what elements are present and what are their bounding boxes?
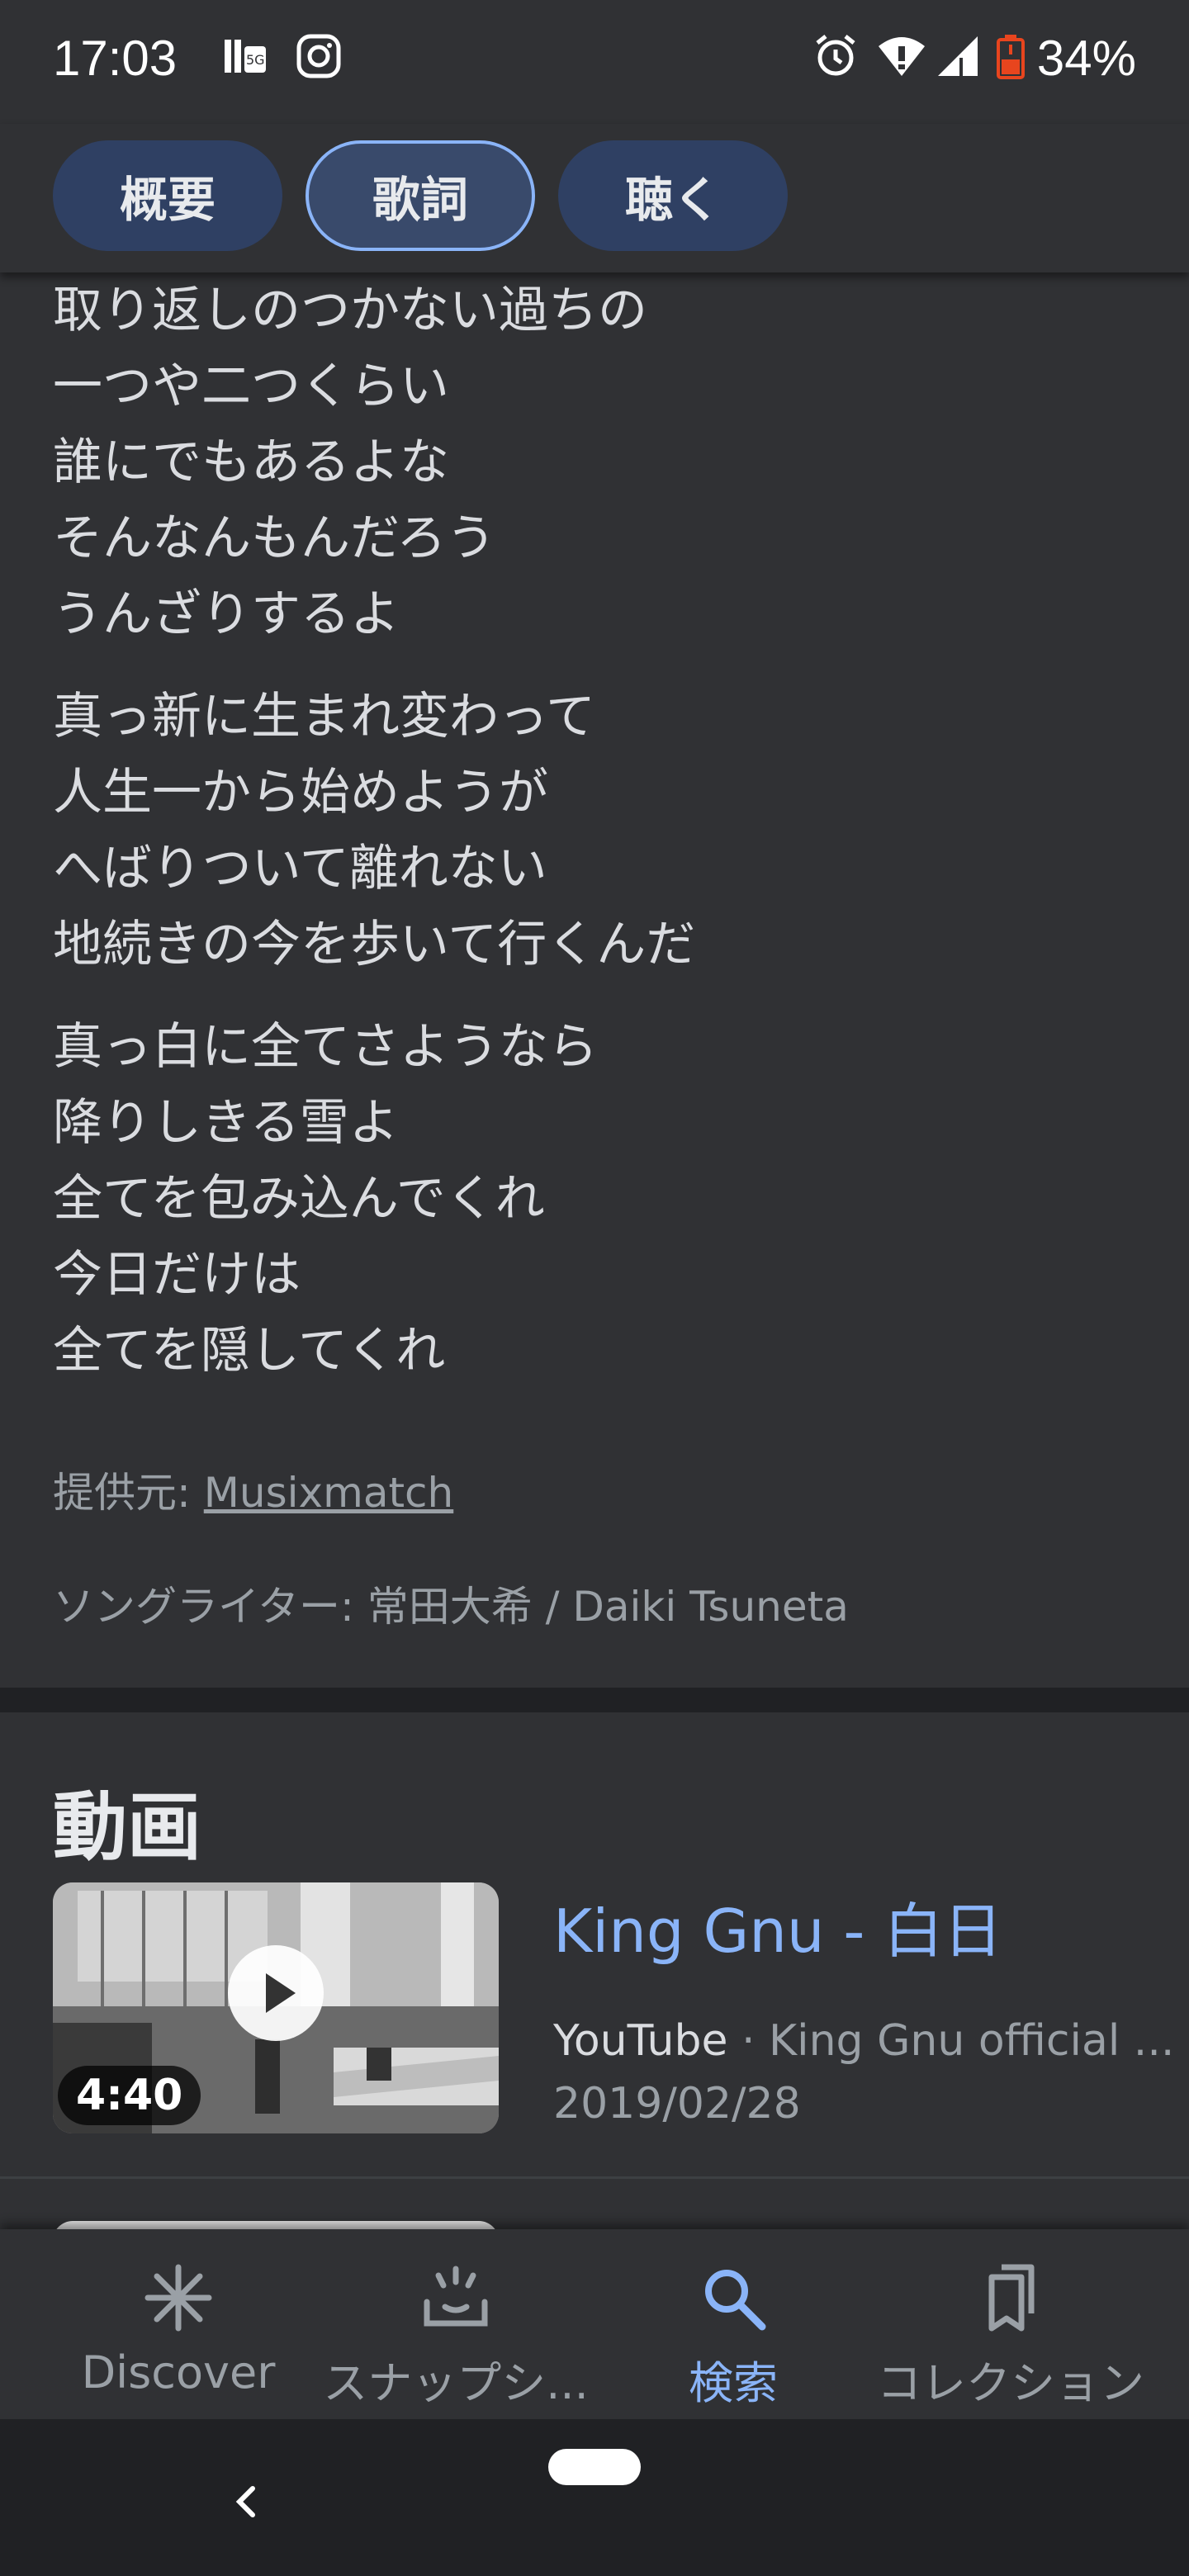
video-title[interactable]: King Gnu - 白日 [553, 1882, 1002, 1969]
bookmarks-icon [988, 2264, 1035, 2332]
tab-overview[interactable]: 概要 [53, 140, 282, 251]
lyric-line: 取り返しのつかない過ちの [53, 282, 647, 339]
play-icon[interactable] [228, 1945, 324, 2041]
lyric-line: へばりついて離れない [53, 840, 547, 897]
lyric-line: 真っ白に全てさようなら [53, 1018, 598, 1076]
meta-separator: · [727, 2016, 770, 2066]
status-time: 17:03 [53, 31, 178, 86]
lyric-line: 今日だけは [53, 1246, 301, 1304]
nav-label: Discover [81, 2346, 276, 2398]
snapshot-icon [424, 2266, 488, 2327]
section-divider [0, 1688, 1189, 1712]
alarm-icon [816, 35, 855, 76]
musixmatch-link[interactable]: Musixmatch [204, 1469, 454, 1517]
home-pill[interactable] [548, 2449, 641, 2485]
bottom-navigation: Discover スナップシ... 検索 コレクション [0, 2229, 1189, 2419]
lyrics-block: 取り返しのつかない過ちの 一つや二つくらい 誰にでもあるよな そんなんもんだろう… [53, 272, 1126, 1389]
lyric-line: 降りしきる雪よ [53, 1094, 399, 1152]
video-channel: King Gnu official ... [769, 2016, 1175, 2066]
video-thumbnail[interactable]: 4:40 [53, 1882, 499, 2133]
cell-signal-icon [938, 36, 978, 76]
nav-search[interactable]: 検索 [585, 2229, 882, 2419]
source-prefix: 提供元: [53, 1469, 204, 1517]
video-date: 2019/02/28 [553, 2079, 801, 2129]
battery-low-icon [997, 35, 1025, 79]
video-result[interactable]: 4:40 King Gnu - 白日 YouTube · King Gnu of… [53, 1882, 1174, 2133]
search-icon [705, 2270, 766, 2331]
nav-label: スナップシ... [323, 2357, 589, 2409]
lyric-line: うんざりするよ [53, 585, 400, 643]
lyrics-source: 提供元: Musixmatch [53, 1460, 453, 1519]
asterisk-icon [144, 2264, 212, 2332]
nav-discover[interactable]: Discover [30, 2229, 327, 2419]
back-chevron-icon[interactable] [230, 2485, 263, 2518]
nav-collections[interactable]: コレクション [862, 2229, 1159, 2419]
lyrics-stanza: 真っ白に全てさようなら 降りしきる雪よ 全てを包み込んでくれ 今日だけは 全てを… [53, 1009, 1126, 1389]
tab-listen[interactable]: 聴く [558, 140, 788, 251]
nav-label: コレクション [877, 2357, 1144, 2409]
lyrics-stanza: 取り返しのつかない過ちの 一つや二つくらい 誰にでもあるよな そんなんもんだろう… [53, 272, 1126, 652]
lyric-line: 全てを隠してくれ [53, 1322, 446, 1380]
tab-lyrics[interactable]: 歌詞 [306, 140, 535, 251]
wifi-icon [879, 37, 925, 76]
result-tabs: 概要 歌詞 聴く [0, 124, 1189, 272]
instagram-icon [296, 34, 341, 78]
lyric-line: 全てを包み込んでくれ [53, 1170, 545, 1228]
system-navigation-bar [0, 2419, 1189, 2576]
nav-snapshot[interactable]: スナップシ... [307, 2229, 604, 2419]
lyrics-stanza: 真っ新に生まれ変わって 人生一から始めようが へばりついて離れない 地続きの今を… [53, 679, 1126, 983]
battery-percent: 34% [1036, 31, 1136, 86]
svg-text:5G: 5G [246, 52, 265, 68]
status-bar: 17:03 5G 34% [0, 0, 1189, 124]
video-platform: YouTube [553, 2016, 728, 2066]
signal-4g-icon: 5G [225, 40, 266, 73]
video-duration: 4:40 [58, 2066, 201, 2125]
lyric-line: 地続きの今を歩いて行くんだ [53, 916, 696, 973]
lyric-line: 人生一から始めようが [53, 764, 548, 822]
lyric-line: 真っ新に生まれ変わって [53, 688, 595, 746]
lyric-line: 一つや二つくらい [53, 358, 449, 415]
lyric-line: そんなんもんだろう [53, 509, 496, 567]
card-divider [0, 2176, 1189, 2179]
nav-label: 検索 [689, 2357, 778, 2409]
videos-heading: 動画 [53, 1784, 201, 1871]
video-meta: YouTube · King Gnu official ... [553, 2016, 1189, 2066]
lyric-line: 誰にでもあるよな [53, 433, 449, 491]
songwriter-credit: ソングライター: 常田大希 / Daiki Tsuneta [53, 1583, 849, 1631]
